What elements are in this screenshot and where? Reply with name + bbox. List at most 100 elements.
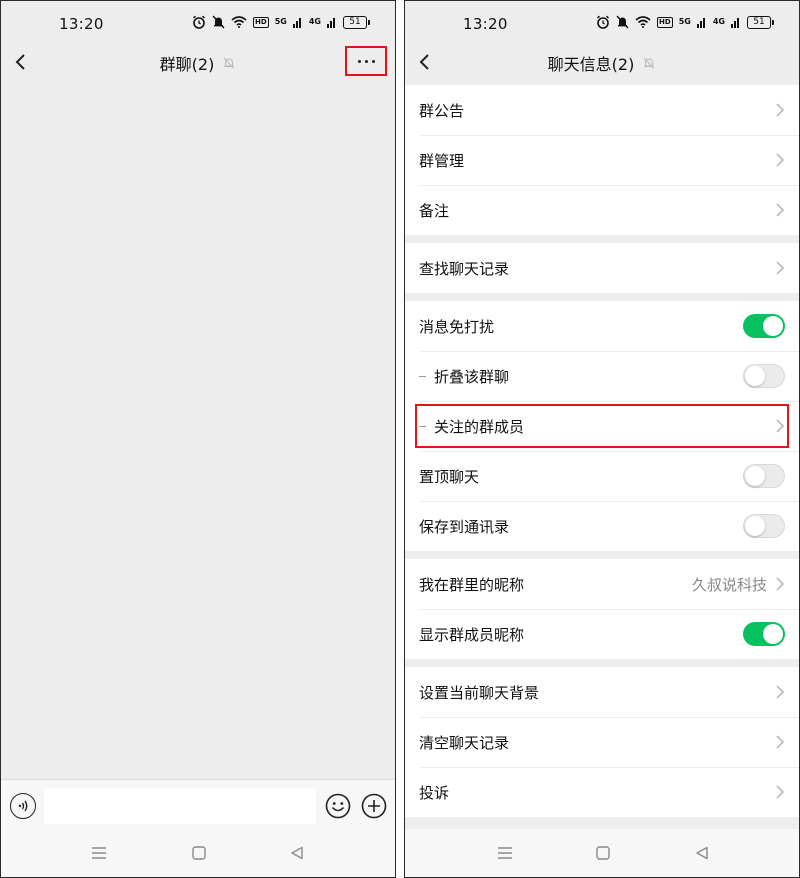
row-label: 关注的群成员 bbox=[434, 417, 525, 436]
chevron-right-icon bbox=[776, 153, 785, 167]
mute-icon bbox=[223, 57, 235, 69]
battery-icon: 51 bbox=[343, 15, 370, 29]
settings-group: 设置当前聊天背景 清空聊天记录 投诉 bbox=[405, 667, 799, 817]
row-label: 显示群成员昵称 bbox=[419, 625, 525, 644]
emoji-icon[interactable] bbox=[325, 793, 351, 819]
show-nicknames-toggle[interactable] bbox=[743, 622, 785, 646]
row-show-nicknames: 显示群成员昵称 bbox=[405, 609, 799, 659]
row-clear-history[interactable]: 清空聊天记录 bbox=[405, 717, 799, 767]
settings-group: 群公告 群管理 备注 bbox=[405, 85, 799, 235]
hd-icon: HD bbox=[657, 16, 673, 28]
status-icons: HD 5G 4G 51 bbox=[192, 15, 370, 29]
battery-icon: 51 bbox=[747, 15, 774, 29]
bell-muted-icon bbox=[212, 15, 225, 29]
toggle-knob bbox=[763, 624, 783, 644]
fold-toggle[interactable] bbox=[743, 364, 785, 388]
row-label: 置顶聊天 bbox=[419, 467, 480, 486]
row-announcement[interactable]: 群公告 bbox=[405, 85, 799, 135]
row-label: 清空聊天记录 bbox=[419, 733, 510, 752]
chevron-right-icon bbox=[776, 261, 785, 275]
back-triangle-icon bbox=[291, 846, 303, 860]
settings-group: 消息免打扰 折叠该群聊 关注的群成员 置顶聊天 保存到通讯录 bbox=[405, 301, 799, 551]
plus-icon[interactable] bbox=[361, 793, 387, 819]
page-title: 聊天信息(2) bbox=[405, 51, 799, 75]
home-key[interactable] bbox=[591, 841, 615, 865]
hd-icon: HD bbox=[253, 16, 269, 28]
pin-toggle[interactable] bbox=[743, 464, 785, 488]
more-options-button[interactable] bbox=[345, 46, 387, 76]
row-label: 折叠该群聊 bbox=[434, 367, 510, 386]
row-label: 保存到通讯录 bbox=[419, 517, 510, 536]
settings-group: 查找聊天记录 bbox=[405, 243, 799, 293]
system-navigation-bar bbox=[405, 829, 799, 877]
toggle-knob bbox=[745, 466, 765, 486]
toggle-knob bbox=[763, 316, 783, 336]
toggle-knob bbox=[745, 516, 765, 536]
wifi-icon bbox=[635, 16, 651, 28]
wifi-icon bbox=[231, 16, 247, 28]
signal-icon bbox=[696, 18, 705, 28]
chat-title: 群聊(2) bbox=[159, 55, 215, 74]
row-followed-members[interactable]: 关注的群成员 bbox=[405, 401, 799, 451]
chat-info-title: 聊天信息(2) bbox=[547, 55, 635, 74]
chevron-right-icon bbox=[776, 103, 785, 117]
home-icon bbox=[192, 846, 206, 860]
status-time: 13:20 bbox=[59, 15, 104, 33]
menu-icon bbox=[92, 847, 106, 859]
signal-icon-2 bbox=[731, 18, 739, 28]
menu-key[interactable] bbox=[493, 841, 517, 865]
chevron-right-icon bbox=[776, 735, 785, 749]
page-title: 群聊(2) bbox=[1, 51, 395, 75]
row-indent: 关注的群成员 bbox=[419, 416, 524, 437]
row-label: 群公告 bbox=[419, 101, 465, 120]
signal-4g: 4G bbox=[712, 17, 725, 26]
voice-input-button[interactable] bbox=[10, 793, 36, 819]
more-dot-icon bbox=[364, 59, 368, 63]
menu-key[interactable] bbox=[87, 841, 111, 865]
mute-toggle[interactable] bbox=[743, 314, 785, 338]
signal-5g: 5G bbox=[678, 17, 691, 26]
alarm-icon bbox=[597, 15, 610, 29]
home-key[interactable] bbox=[187, 841, 211, 865]
chevron-right-icon bbox=[776, 685, 785, 699]
settings-group: 我在群里的昵称 久叔说科技 显示群成员昵称 bbox=[405, 559, 799, 659]
voice-icon bbox=[18, 800, 28, 812]
row-mute-notifications: 消息免打扰 bbox=[405, 301, 799, 351]
row-remark[interactable]: 备注 bbox=[405, 185, 799, 235]
row-pin-chat: 置顶聊天 bbox=[405, 451, 799, 501]
chevron-right-icon bbox=[776, 419, 785, 433]
save-contacts-toggle[interactable] bbox=[743, 514, 785, 538]
signal-4g: 4G bbox=[308, 17, 321, 26]
toggle-knob bbox=[745, 366, 765, 386]
settings-list: 群公告 群管理 备注 查找聊天记录 消息免打扰 折叠该群聊 关注的群成员 置顶聊… bbox=[405, 85, 799, 825]
group-chat-screen: 13:20 HD 5G 4G 51 群聊(2) bbox=[0, 0, 396, 878]
input-bar bbox=[1, 779, 395, 831]
row-label: 查找聊天记录 bbox=[419, 259, 510, 278]
home-icon bbox=[596, 846, 610, 860]
row-search-history[interactable]: 查找聊天记录 bbox=[405, 243, 799, 293]
status-icons: HD 5G 4G 51 bbox=[596, 15, 774, 29]
message-area[interactable] bbox=[1, 83, 395, 777]
navbar: 群聊(2) bbox=[1, 41, 395, 83]
bell-muted-icon bbox=[616, 15, 629, 29]
back-key[interactable] bbox=[285, 841, 309, 865]
chevron-right-icon bbox=[776, 785, 785, 799]
row-chat-background[interactable]: 设置当前聊天背景 bbox=[405, 667, 799, 717]
message-input[interactable] bbox=[44, 788, 316, 824]
signal-icon-2 bbox=[327, 18, 335, 28]
signal-5g: 5G bbox=[274, 17, 287, 26]
nickname-value: 久叔说科技 bbox=[691, 575, 767, 594]
row-label: 投诉 bbox=[419, 783, 450, 802]
row-report[interactable]: 投诉 bbox=[405, 767, 799, 817]
row-group-manage[interactable]: 群管理 bbox=[405, 135, 799, 185]
navbar: 聊天信息(2) bbox=[405, 41, 799, 83]
indent-dash bbox=[419, 375, 426, 377]
more-dot-icon bbox=[357, 59, 361, 63]
indent-dash bbox=[419, 425, 426, 427]
row-my-nickname[interactable]: 我在群里的昵称 久叔说科技 bbox=[405, 559, 799, 609]
alarm-icon bbox=[193, 15, 206, 29]
signal-icon bbox=[292, 18, 301, 28]
row-label: 我在群里的昵称 bbox=[419, 575, 525, 594]
row-label: 设置当前聊天背景 bbox=[419, 683, 540, 702]
back-key[interactable] bbox=[690, 841, 714, 865]
